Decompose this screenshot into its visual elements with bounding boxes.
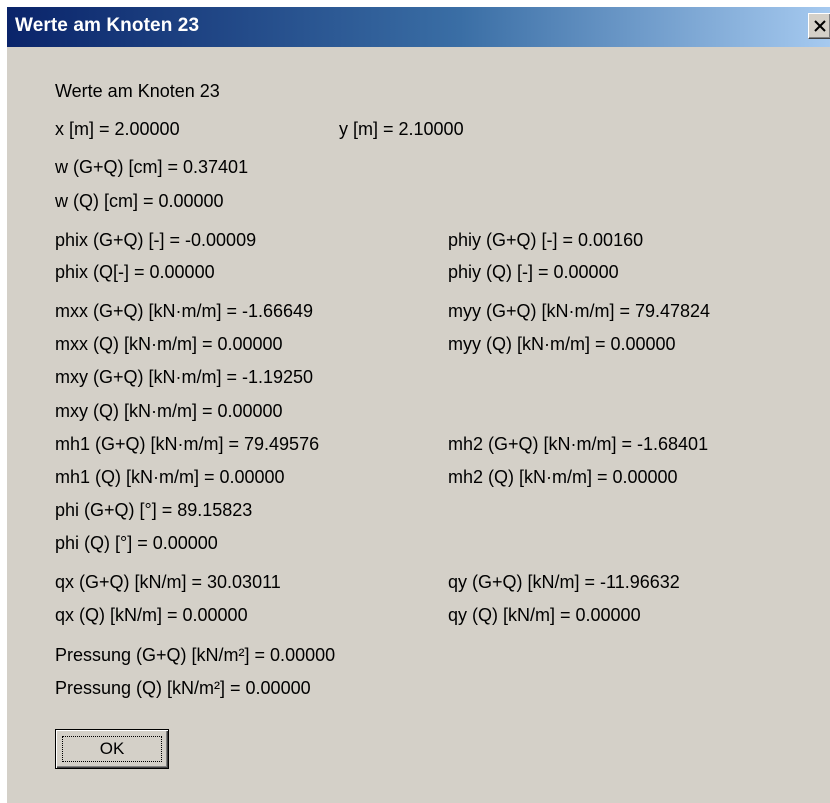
ok-button-label: OK — [99, 739, 125, 758]
w-gq-value: w (G+Q) [cm] = 0.37401 — [55, 157, 249, 177]
dialog-window: Werte am Knoten 23 Werte am Knoten 23 x … — [6, 6, 830, 803]
phiy-q-value: phiy (Q) [-] = 0.00000 — [448, 262, 619, 282]
phiy-gq-value: phiy (G+Q) [-] = 0.00160 — [448, 230, 644, 250]
phix-gq-value: phix (G+Q) [-] = -0.00009 — [55, 230, 257, 250]
qy-q-value: qy (Q) [kN/m] = 0.00000 — [448, 605, 641, 625]
mxx-gq-value: mxx (G+Q) [kN·m/m] = -1.66649 — [55, 301, 314, 321]
qx-q-value: qx (Q) [kN/m] = 0.00000 — [55, 605, 248, 625]
window-title: Werte am Knoten 23 — [15, 15, 200, 36]
qy-gq-value: qy (G+Q) [kN/m] = -11.96632 — [448, 572, 680, 592]
mh1-gq-value: mh1 (G+Q) [kN·m/m] = 79.49576 — [55, 434, 320, 454]
dialog-heading: Werte am Knoten 23 — [55, 81, 220, 101]
phi-gq-value: phi (G+Q) [°] = 89.15823 — [55, 500, 253, 520]
mh2-gq-value: mh2 (G+Q) [kN·m/m] = -1.68401 — [448, 434, 709, 454]
close-button[interactable] — [808, 13, 830, 39]
mh2-q-value: mh2 (Q) [kN·m/m] = 0.00000 — [448, 467, 678, 487]
x-coordinate-value: x [m] = 2.00000 — [55, 119, 180, 139]
mxx-q-value: mxx (Q) [kN·m/m] = 0.00000 — [55, 334, 283, 354]
mxy-gq-value: mxy (G+Q) [kN·m/m] = -1.19250 — [55, 367, 314, 387]
pressung-q-value: Pressung (Q) [kN/m²] = 0.00000 — [55, 678, 311, 698]
w-q-value: w (Q) [cm] = 0.00000 — [55, 191, 224, 211]
qx-gq-value: qx (G+Q) [kN/m] = 30.03011 — [55, 572, 281, 592]
close-icon — [814, 20, 826, 32]
myy-gq-value: myy (G+Q) [kN·m/m] = 79.47824 — [448, 301, 711, 321]
title-bar[interactable]: Werte am Knoten 23 — [7, 7, 830, 47]
mh1-q-value: mh1 (Q) [kN·m/m] = 0.00000 — [55, 467, 285, 487]
phix-q-value: phix (Q[-] = 0.00000 — [55, 262, 215, 282]
pressung-gq-value: Pressung (G+Q) [kN/m²] = 0.00000 — [55, 645, 336, 665]
phi-q-value: phi (Q) [°] = 0.00000 — [55, 533, 218, 553]
ok-button[interactable]: OK — [55, 729, 169, 769]
y-coordinate-value: y [m] = 2.10000 — [339, 119, 464, 139]
mxy-q-value: mxy (Q) [kN·m/m] = 0.00000 — [55, 401, 283, 421]
myy-q-value: myy (Q) [kN·m/m] = 0.00000 — [448, 334, 676, 354]
